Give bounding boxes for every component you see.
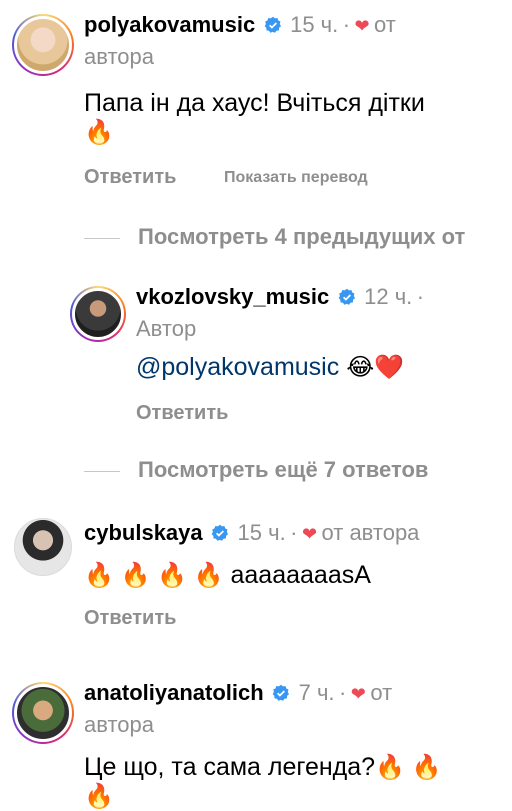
- username[interactable]: anatoliyanatolich: [84, 680, 264, 705]
- fire-emoji: 🔥 🔥 🔥 🔥: [84, 562, 224, 589]
- reply-button[interactable]: Ответить: [84, 166, 176, 189]
- view-previous-label: Посмотреть 4 предыдущих от: [138, 224, 466, 249]
- fire-emoji: 🔥 🔥: [375, 754, 442, 781]
- author-tag: Автор: [136, 316, 197, 341]
- show-translation-button[interactable]: Показать перевод: [224, 169, 368, 187]
- author-tag: от: [370, 680, 393, 705]
- heart-icon: ❤: [301, 524, 318, 544]
- avatar-anatoliyanatolich[interactable]: [14, 684, 72, 742]
- verified-badge-icon: [338, 288, 355, 305]
- avatar-vkozlovsky[interactable]: [72, 288, 124, 340]
- username[interactable]: cybulskaya: [84, 520, 203, 545]
- author-tag-cont: автора: [84, 44, 154, 69]
- reply-button[interactable]: Ответить: [84, 607, 176, 630]
- avatar-cybulskaya[interactable]: [14, 518, 72, 576]
- reply-button[interactable]: Ответить: [136, 402, 228, 425]
- emoji: 😂❤️: [346, 354, 405, 381]
- separator: ·: [339, 680, 347, 705]
- view-more-replies[interactable]: Посмотреть ещё 7 ответов: [84, 457, 428, 483]
- mention-link[interactable]: @polyakovamusic: [136, 353, 339, 381]
- divider-line: [84, 237, 120, 239]
- heart-icon: ❤: [354, 16, 370, 36]
- heart-icon: ❤: [350, 684, 366, 704]
- timestamp: 7 ч.: [298, 680, 335, 705]
- verified-badge-icon: [211, 524, 229, 541]
- timestamp: 12 ч.: [364, 284, 413, 309]
- separator: ·: [342, 12, 351, 37]
- avatar-polyakovamusic[interactable]: [14, 16, 72, 74]
- view-more-label: Посмотреть ещё 7 ответов: [138, 457, 429, 482]
- comment-text: Це що, та сама легенда?: [84, 753, 376, 781]
- timestamp: 15 ч.: [237, 520, 286, 545]
- author-tag-cont: автора: [84, 712, 154, 737]
- separator: ·: [290, 520, 298, 545]
- comment-text: ааааааааsА: [230, 561, 371, 589]
- timestamp: 15 ч.: [290, 12, 339, 37]
- username[interactable]: vkozlovsky_music: [136, 284, 329, 309]
- divider-line: [84, 470, 120, 472]
- author-tag: от автора: [321, 520, 420, 545]
- verified-badge-icon: [264, 16, 281, 33]
- view-previous-replies[interactable]: Посмотреть 4 предыдущих от: [84, 224, 465, 250]
- separator: ·: [416, 284, 425, 309]
- fire-emoji: 🔥: [84, 119, 114, 146]
- verified-badge-icon: [272, 684, 290, 701]
- comment-text: Папа ін да хаус! Вчіться дітки: [84, 89, 425, 117]
- fire-emoji: 🔥: [84, 783, 114, 810]
- author-tag: от: [374, 12, 396, 37]
- username[interactable]: polyakovamusic: [84, 12, 255, 37]
